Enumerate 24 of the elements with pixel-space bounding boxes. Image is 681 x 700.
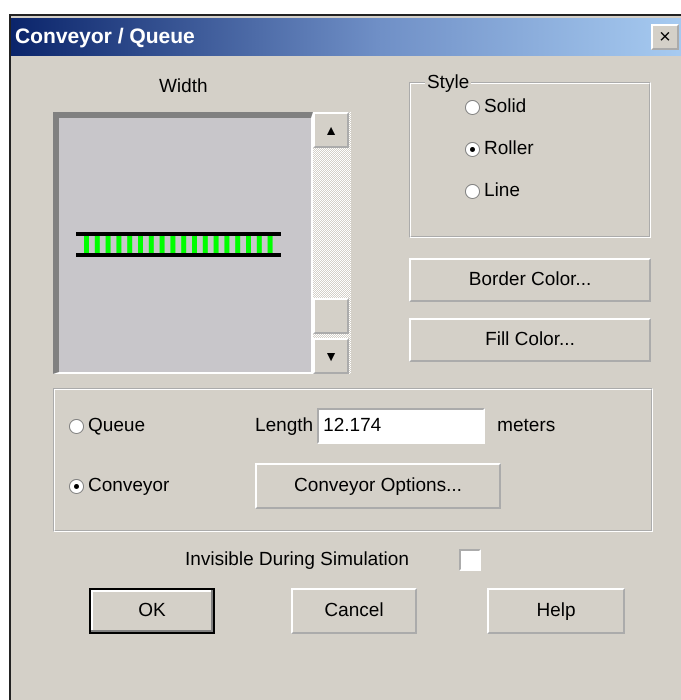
conveyor-options-button[interactable]: Conveyor Options... [255,463,501,509]
color-button[interactable]: Border Color... [409,258,651,302]
type-radio[interactable]: Queue [69,415,255,437]
dialog-button[interactable]: OK [89,588,215,634]
scrollbar[interactable]: ▲ ▼ [313,112,351,374]
invisible-label: Invisible During Simulation [185,549,409,571]
unit-label: meters [497,415,556,437]
type-radio[interactable]: Conveyor [69,475,255,497]
color-button[interactable]: Fill Color... [409,318,651,362]
style-radio[interactable]: Solid [465,96,649,118]
style-radio[interactable]: Line [465,180,649,202]
style-group-title: Style [426,72,470,94]
length-field[interactable]: 12.174 [317,408,486,444]
invisible-checkbox[interactable] [458,549,481,571]
close-button[interactable]: × [651,24,679,50]
scroll-up-button[interactable]: ▲ [313,112,349,148]
dialog-button[interactable]: Help [487,588,625,634]
style-radio[interactable]: Roller [465,138,649,160]
scroll-thumb[interactable] [313,298,349,334]
scroll-down-button[interactable]: ▼ [313,338,349,374]
length-label: Length [255,415,314,437]
dialog-button[interactable]: Cancel [291,588,417,634]
window-title: Conveyor / Queue [15,25,195,49]
width-label: Width [159,75,208,99]
